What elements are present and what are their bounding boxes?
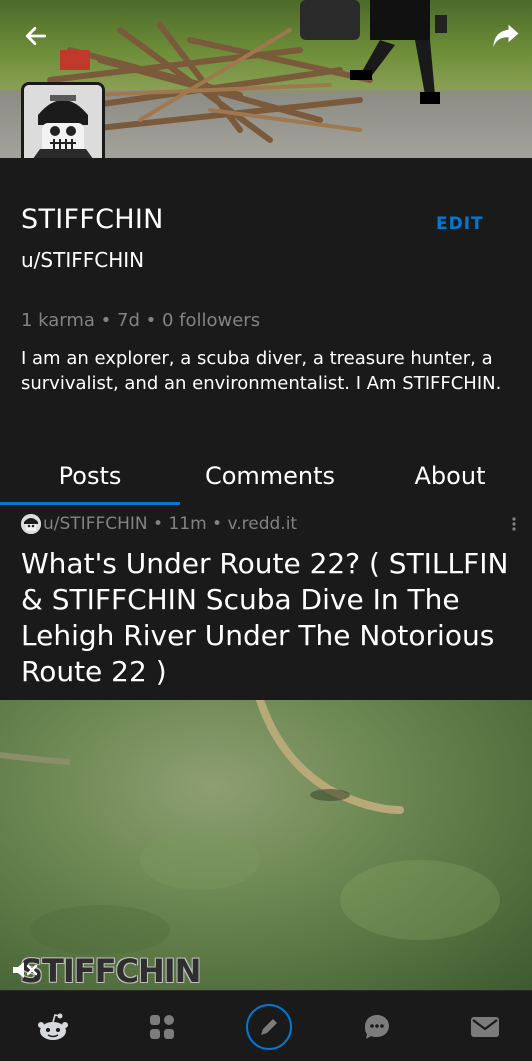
post-video[interactable]: STIFFCHIN: [0, 700, 532, 990]
inbox-icon: [471, 1017, 499, 1037]
arrow-left-icon: [25, 27, 47, 45]
chat-icon: [365, 1015, 389, 1039]
post-title[interactable]: What's Under Route 22? ( STILLFIN & STIF…: [21, 546, 516, 690]
profile-section: STIFFCHIN u/STIFFCHIN EDIT 1 karma • 7d …: [0, 158, 532, 458]
mute-button[interactable]: [10, 958, 40, 982]
edit-profile-button[interactable]: EDIT: [436, 214, 484, 234]
avatar[interactable]: [21, 82, 105, 166]
tab-about[interactable]: About: [360, 462, 532, 502]
post-meta-text[interactable]: u/STIFFCHIN • 11m • v.redd.it: [43, 514, 297, 534]
back-button[interactable]: [16, 16, 56, 56]
communities-icon: [150, 1015, 174, 1039]
nav-chat[interactable]: [353, 1003, 401, 1051]
video-frame: [0, 700, 500, 955]
volume-muted-icon: [13, 962, 38, 978]
nav-inbox[interactable]: [461, 1003, 509, 1051]
nav-create-post[interactable]: [245, 1003, 293, 1051]
active-tab-indicator: [0, 502, 180, 505]
profile-bio: I am an explorer, a scuba diver, a treas…: [21, 348, 502, 394]
profile-tabs: Posts Comments About: [0, 458, 532, 506]
avatar-icon: [21, 514, 41, 534]
video-watermark: STIFFCHIN: [20, 952, 201, 990]
avatar-image: [24, 85, 102, 163]
post-author-avatar[interactable]: [21, 514, 41, 534]
tab-posts[interactable]: Posts: [0, 462, 180, 502]
bottom-nav: [0, 990, 532, 1061]
reddit-home-icon: [38, 1013, 68, 1040]
username: u/STIFFCHIN: [21, 248, 145, 272]
share-icon: [493, 24, 519, 48]
tab-comments[interactable]: Comments: [180, 462, 360, 502]
display-name: STIFFCHIN: [21, 204, 164, 235]
post-card[interactable]: u/STIFFCHIN • 11m • v.redd.it What's Und…: [0, 506, 532, 700]
create-post-icon: [246, 1004, 292, 1050]
profile-stats: 1 karma • 7d • 0 followers: [21, 310, 261, 331]
nav-communities[interactable]: [138, 1003, 186, 1051]
post-meta: u/STIFFCHIN • 11m • v.redd.it: [21, 514, 297, 534]
banner-person: [350, 0, 447, 104]
nav-home[interactable]: [29, 1003, 77, 1051]
post-overflow-button[interactable]: [506, 512, 522, 536]
more-vertical-icon: [512, 517, 516, 531]
share-button[interactable]: [486, 16, 526, 56]
